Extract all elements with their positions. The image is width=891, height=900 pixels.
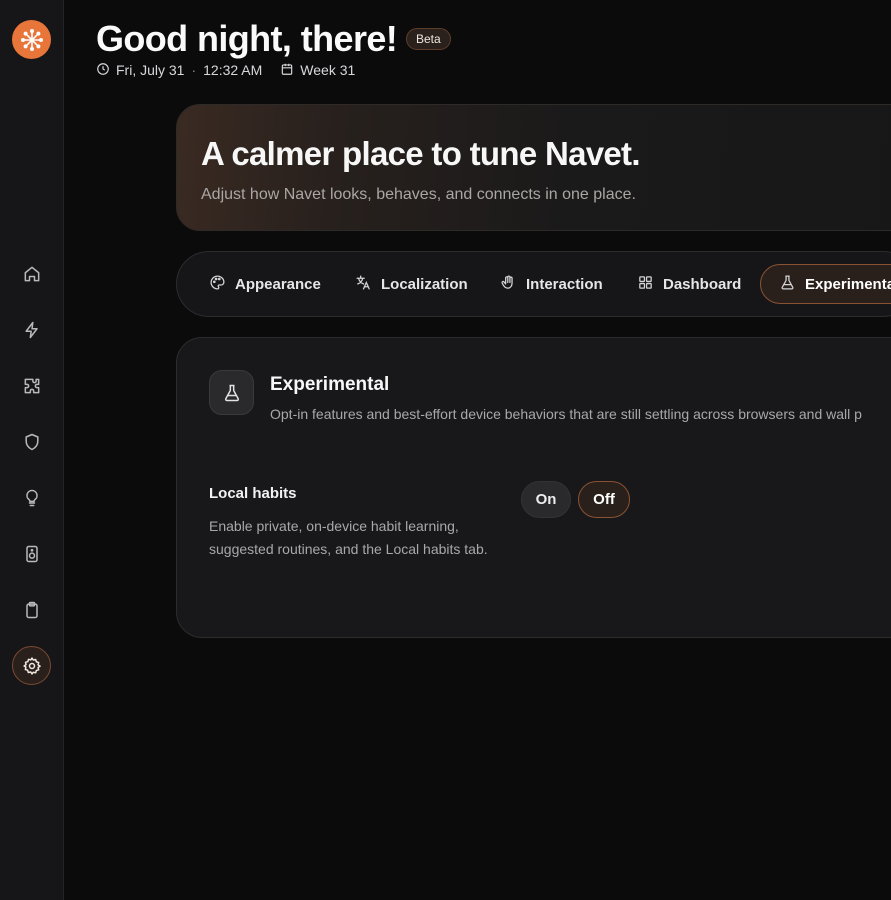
week-text: Week 31 [300,62,356,78]
home-icon[interactable] [12,254,51,293]
tab-dashboard[interactable]: Dashboard [637,264,741,304]
hero-subtitle: Adjust how Navet looks, behaves, and con… [201,186,636,203]
local-habits-off-button[interactable]: Off [578,481,630,518]
palette-icon [209,274,226,295]
gear-icon[interactable] [12,646,51,685]
beta-badge: Beta [406,28,451,50]
sparkle-logo-icon[interactable] [12,20,51,59]
tab-interaction[interactable]: Interaction [500,264,603,304]
tab-label: Dashboard [663,275,742,293]
experimental-card: Experimental Opt-in features and best-ef… [176,337,891,638]
speaker-icon[interactable] [12,534,51,573]
tab-appearance[interactable]: Appearance [209,264,321,304]
local-habits-description: Enable private, on-device habit learning… [209,518,488,557]
clock-icon [96,62,110,79]
tab-label: Localization [381,275,468,293]
puzzle-icon[interactable] [12,366,51,405]
shield-icon[interactable] [12,422,51,461]
tab-localization[interactable]: Localization [355,264,468,304]
grid-icon [637,274,654,295]
app-window: Good night, there! Beta Fri, July 31 · 1… [0,0,891,900]
meta-separator: · [191,62,197,78]
tab-experimental[interactable]: Experimental [760,264,891,304]
local-habits-on-button[interactable]: On [521,481,571,518]
tab-label: Appearance [235,275,321,293]
lightning-icon[interactable] [12,310,51,349]
settings-tabs: Appearance Localization Interaction Dash… [176,251,891,317]
section-title: Experimental [270,374,390,395]
hand-icon [500,274,517,295]
date-text: Fri, July 31 [116,62,185,78]
section-description: Opt-in features and best-effort device b… [270,406,862,422]
clipboard-icon[interactable] [12,590,51,629]
hero-title: A calmer place to tune Navet. [201,135,641,172]
date-time-row: Fri, July 31 · 12:32 AM Week 31 [96,61,355,79]
translate-icon [355,274,372,295]
tab-label: Interaction [526,275,603,293]
local-habits-label: Local habits [209,485,297,502]
calendar-icon [280,62,294,79]
time-text: 12:32 AM [203,62,263,78]
hero-banner: A calmer place to tune Navet. Adjust how… [176,104,891,231]
lightbulb-icon[interactable] [12,478,51,517]
flask-icon [209,370,254,415]
greeting-title: Good night, there! [96,18,398,59]
sidebar [0,0,64,900]
flask-icon [779,274,796,295]
tab-label: Experimental [805,275,891,293]
